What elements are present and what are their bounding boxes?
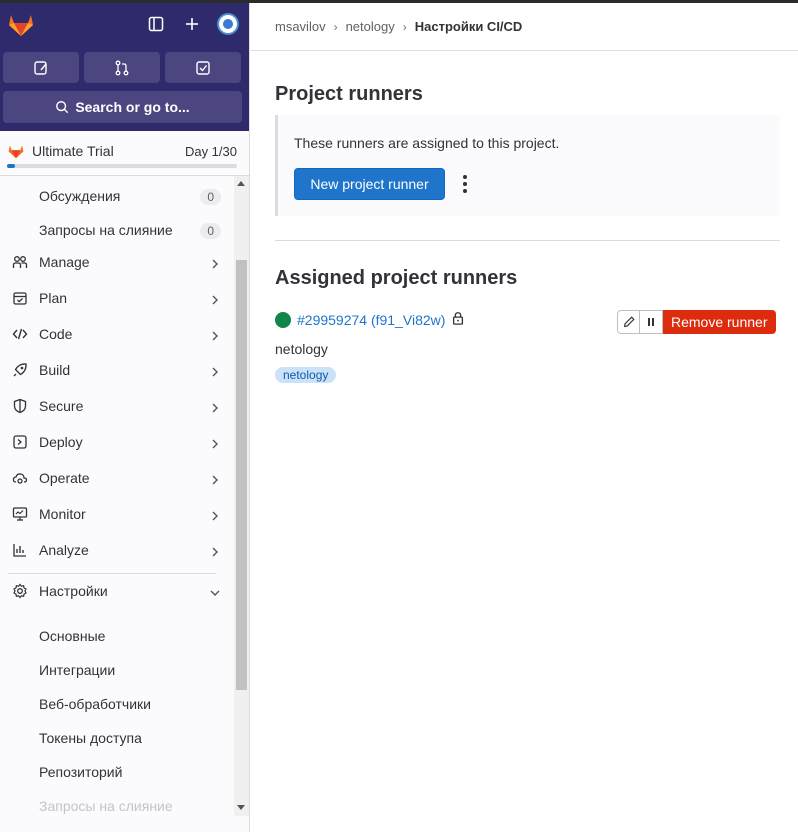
merge-requests-count: 0 [200, 223, 221, 239]
monitor-icon [10, 504, 30, 524]
sidebar-item-label: Настройки [39, 583, 108, 599]
sidebar-item-label: Operate [39, 470, 90, 486]
runner-tag: netology [275, 367, 337, 383]
search-button[interactable]: Search or go to... [3, 91, 242, 123]
sidebar-item-plan[interactable]: Plan [8, 281, 226, 315]
deployments-icon [10, 432, 30, 452]
scrollbar-thumb[interactable] [236, 260, 247, 690]
left-sidebar: Search or go to... Ultimate Trial Day 1/… [0, 3, 250, 832]
trial-day: Day 1/30 [184, 144, 237, 159]
sidebar-item-settings[interactable]: Настройки [8, 574, 226, 608]
planning-icon [10, 288, 30, 308]
sidebar-item-label: Plan [39, 290, 68, 306]
discussions-count: 0 [200, 189, 221, 205]
new-project-runner-button[interactable]: New project runner [294, 168, 445, 200]
sidebar-item-label: Code [39, 326, 73, 342]
runner-description: netology [275, 341, 328, 357]
sidebar-item-merge-requests[interactable]: Запросы на слияние [39, 222, 173, 238]
sidebar-item-operate[interactable]: Operate [8, 461, 226, 495]
trial-label: Ultimate Trial [32, 143, 114, 159]
chevron-right-icon [210, 364, 220, 380]
gitlab-logo-icon[interactable] [8, 13, 34, 37]
breadcrumb-current[interactable]: Настройки CI/CD [415, 19, 523, 34]
remove-runner-button[interactable]: Remove runner [663, 310, 776, 334]
runners-info-text: These runners are assigned to this proje… [294, 135, 560, 151]
sidebar-item-label: Deploy [39, 434, 83, 450]
edit-runner-button[interactable] [617, 310, 640, 334]
chevron-down-icon [210, 585, 220, 601]
chevron-right-icon [210, 292, 220, 308]
more-actions-icon[interactable] [461, 173, 469, 195]
sidebar-header: Search or go to... [0, 3, 249, 131]
sidebar-item-access-tokens[interactable]: Токены доступа [39, 730, 142, 746]
breadcrumb: msavilov › netology › Настройки CI/CD [251, 3, 798, 51]
runner-actions: Remove runner [617, 310, 776, 334]
search-label: Search or go to... [75, 99, 190, 115]
pencil-icon [623, 316, 635, 328]
pause-icon [648, 318, 654, 326]
sidebar-item-analyze[interactable]: Analyze [8, 533, 226, 567]
sidebar-item-label: Analyze [39, 542, 89, 558]
chevron-right-icon: › [402, 19, 407, 34]
merge-requests-button[interactable] [84, 52, 160, 83]
pause-runner-button[interactable] [640, 310, 663, 334]
sidebar-item-monitor[interactable]: Monitor [8, 497, 226, 531]
main-content: msavilov › netology › Настройки CI/CD Pr… [251, 3, 798, 832]
scroll-down-arrow-icon[interactable] [237, 805, 245, 810]
create-new-icon[interactable] [181, 13, 203, 35]
rocket-icon [10, 360, 30, 380]
chart-icon [10, 540, 30, 560]
breadcrumb-item[interactable]: netology [346, 19, 395, 34]
trial-widget[interactable]: Ultimate Trial Day 1/30 [0, 131, 249, 176]
trial-progress [7, 164, 237, 168]
sidebar-item-secure[interactable]: Secure [8, 389, 226, 423]
scroll-up-arrow-icon[interactable] [237, 181, 245, 186]
chevron-right-icon [210, 400, 220, 416]
sidebar-item-general[interactable]: Основные [39, 628, 105, 644]
chevron-right-icon [210, 436, 220, 452]
sidebar-item-label: Manage [39, 254, 90, 270]
sidebar-nav: Обсуждения 0 Запросы на слияние 0 Manage… [0, 176, 249, 816]
section-divider [275, 240, 780, 241]
chevron-right-icon [210, 544, 220, 560]
sidebar-item-label: Build [39, 362, 71, 378]
sidebar-item-deploy[interactable]: Deploy [8, 425, 226, 459]
cloud-gear-icon [10, 468, 30, 488]
sidebar-item-code[interactable]: Code [8, 317, 226, 351]
sidebar-item-label: Secure [39, 398, 84, 414]
sidebar-item-repository[interactable]: Репозиторий [39, 764, 122, 780]
sidebar-item-merge-requests-settings[interactable]: Запросы на слияние [39, 798, 173, 814]
chevron-right-icon [210, 508, 220, 524]
project-runners-title: Project runners [275, 83, 423, 105]
user-avatar[interactable] [217, 13, 239, 35]
sidebar-item-integrations[interactable]: Интеграции [39, 662, 115, 678]
lock-icon [451, 311, 465, 328]
chevron-right-icon [210, 328, 220, 344]
shield-icon [10, 396, 30, 416]
toggle-sidebar-icon[interactable] [145, 13, 167, 35]
sidebar-scrollbar[interactable] [234, 176, 249, 816]
users-icon [10, 252, 30, 272]
sidebar-item-manage[interactable]: Manage [8, 245, 226, 279]
sidebar-item-label: Monitor [39, 506, 86, 522]
gear-icon [10, 581, 30, 601]
search-icon [56, 101, 69, 114]
sidebar-item-discussions[interactable]: Обсуждения [39, 188, 120, 204]
todo-button[interactable] [165, 52, 241, 83]
runners-info-box: These runners are assigned to this proje… [275, 115, 780, 216]
sidebar-item-webhooks[interactable]: Веб-обработчики [39, 696, 151, 712]
assigned-runners-title: Assigned project runners [275, 267, 518, 289]
sidebar-item-build[interactable]: Build [8, 353, 226, 387]
chevron-right-icon: › [333, 19, 338, 34]
chevron-right-icon [210, 472, 220, 488]
runner-status-online-icon [275, 311, 291, 328]
issues-button[interactable] [3, 52, 79, 83]
runner-link[interactable]: #29959274 (f91_Vi82w) [297, 312, 445, 328]
chevron-right-icon [210, 256, 220, 272]
tanuki-icon [8, 144, 24, 158]
breadcrumb-item[interactable]: msavilov [275, 19, 326, 34]
code-icon [10, 324, 30, 344]
runner-row: #29959274 (f91_Vi82w) [275, 311, 465, 328]
